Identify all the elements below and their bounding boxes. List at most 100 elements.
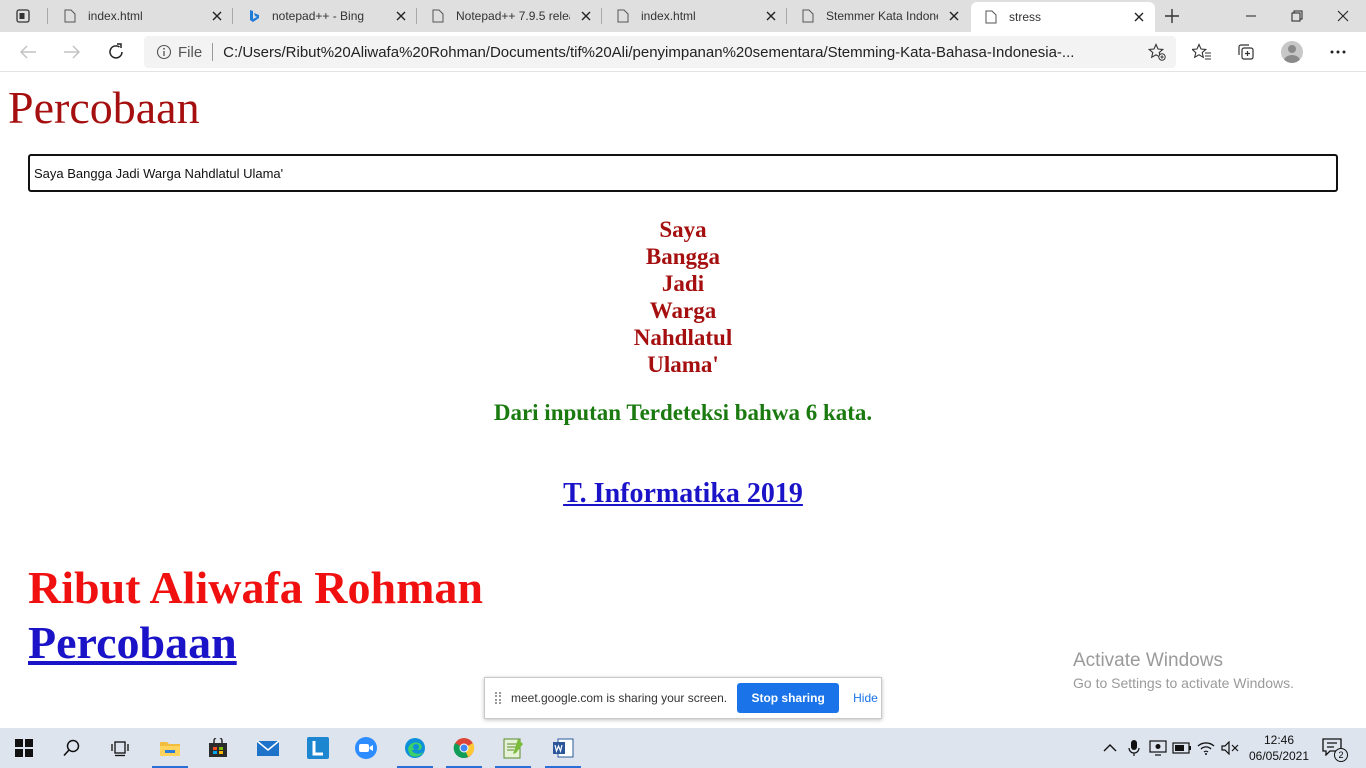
plus-icon [1165, 9, 1179, 23]
action-center-button[interactable]: 2 [1322, 738, 1348, 762]
tab-title: index.html [88, 9, 143, 23]
battery-icon[interactable] [1172, 738, 1192, 758]
close-tab-icon[interactable] [576, 6, 596, 26]
collections-icon [1238, 44, 1254, 60]
tab-1[interactable]: index.html [50, 0, 233, 32]
refresh-icon [109, 43, 123, 59]
activate-subtitle: Go to Settings to activate Windows. [1073, 675, 1294, 691]
close-tab-icon[interactable] [944, 6, 964, 26]
edge-button[interactable] [393, 728, 437, 768]
word-item: Nahdlatul [633, 325, 733, 350]
tab-5[interactable]: Stemmer Kata Indonesi [788, 0, 970, 32]
word-item: Saya [659, 217, 707, 242]
start-button[interactable] [2, 728, 46, 768]
avatar [1281, 41, 1303, 63]
wifi-icon[interactable] [1196, 738, 1216, 758]
chrome-button[interactable] [442, 728, 486, 768]
file-explorer-icon [160, 742, 180, 756]
close-tab-icon[interactable] [207, 6, 227, 26]
close-icon [1337, 10, 1349, 22]
l-app-button[interactable] [296, 728, 340, 768]
store-icon [209, 738, 227, 757]
favorites-button[interactable] [1186, 36, 1218, 68]
search-button[interactable] [50, 728, 94, 768]
add-favorite-icon[interactable] [1148, 43, 1166, 61]
address-bar[interactable]: File C:/Users/Ribut%20Aliwafa%20Rohman/D… [144, 36, 1176, 68]
chrome-icon [453, 738, 475, 758]
task-view-button[interactable] [98, 728, 142, 768]
word-list: Saya Bangga Jadi Warga Nahdlatul Ulama' [0, 216, 1366, 378]
notepad-plus-button[interactable] [491, 728, 535, 768]
tab-3[interactable]: Notepad++ 7.9.5 relea [418, 0, 602, 32]
start-icon [15, 739, 33, 757]
profile-button[interactable] [1276, 36, 1308, 68]
menu-button[interactable] [1322, 36, 1354, 68]
word-item: Bangga [645, 244, 721, 269]
tab-2[interactable]: notepad++ - Bing [234, 0, 417, 32]
url-text[interactable]: C:/Users/Ribut%20Aliwafa%20Rohman/Docume… [223, 44, 1133, 61]
search-icon [63, 739, 80, 757]
collections-button[interactable] [1230, 36, 1262, 68]
tab-actions-button[interactable] [8, 4, 38, 28]
minimize-icon [1246, 15, 1256, 17]
restore-button[interactable] [1274, 0, 1320, 32]
footer-link-container: T. Informatika 2019 [0, 478, 1366, 510]
tab-title: index.html [641, 9, 696, 23]
tab-6-active[interactable]: stress [971, 2, 1155, 32]
notification-badge: 2 [1334, 748, 1348, 762]
zoom-button[interactable] [344, 728, 388, 768]
word-item: Ulama' [647, 352, 719, 377]
share-message: meet.google.com is sharing your screen. [511, 691, 728, 705]
taskbar: 12:46 06/05/2021 2 [0, 728, 1366, 768]
store-button[interactable] [196, 728, 240, 768]
more-options-icon [1330, 50, 1346, 54]
activate-windows-watermark: Activate Windows Go to Settings to activ… [1073, 650, 1294, 691]
tab-actions-icon [16, 9, 30, 23]
tab-separator [47, 8, 48, 24]
page-icon [615, 8, 631, 24]
page-icon [983, 9, 999, 25]
mail-button[interactable] [246, 728, 290, 768]
system-clock[interactable]: 12:46 06/05/2021 [1248, 732, 1310, 764]
percobaan-link[interactable]: Percobaan [28, 616, 237, 669]
microphone-icon[interactable] [1124, 738, 1144, 758]
site-label: File [178, 43, 203, 61]
screen-share-bar: meet.google.com is sharing your screen. … [484, 677, 882, 719]
back-button[interactable] [12, 36, 44, 68]
close-tab-icon[interactable] [391, 6, 411, 26]
forward-arrow-icon [64, 45, 81, 59]
new-tab-button[interactable] [1160, 4, 1184, 28]
text-input[interactable] [28, 154, 1338, 192]
close-window-button[interactable] [1320, 0, 1366, 32]
file-explorer-button[interactable] [148, 728, 192, 768]
tab-strip: index.html notepad++ - Bing Notepad++ 7.… [0, 0, 1366, 32]
hide-button[interactable]: Hide [853, 691, 878, 705]
tab-title: notepad++ - Bing [272, 9, 365, 23]
refresh-button[interactable] [100, 36, 132, 68]
informatika-link[interactable]: T. Informatika 2019 [563, 478, 803, 509]
volume-muted-icon[interactable] [1220, 738, 1240, 758]
forward-button[interactable] [56, 36, 88, 68]
page-icon [62, 8, 78, 24]
word-button[interactable] [541, 728, 585, 768]
tab-title: Stemmer Kata Indonesi [826, 9, 938, 23]
notepad-plus-icon [503, 738, 523, 759]
word-count-text: Dari inputan Terdeteksi bahwa 6 kata. [493, 400, 873, 425]
minimize-button[interactable] [1228, 0, 1274, 32]
mail-icon [256, 740, 280, 756]
close-tab-icon[interactable] [1129, 7, 1149, 27]
stop-sharing-button[interactable]: Stop sharing [737, 683, 840, 713]
meet-share-icon[interactable] [1148, 738, 1168, 758]
show-hidden-icons-button[interactable] [1100, 738, 1120, 758]
edge-icon [405, 738, 425, 758]
tab-4[interactable]: index.html [603, 0, 787, 32]
page-icon [430, 8, 446, 24]
task-view-icon [111, 741, 129, 757]
bing-icon [246, 8, 262, 24]
activate-title: Activate Windows [1073, 650, 1223, 671]
close-tab-icon[interactable] [761, 6, 781, 26]
chevron-up-icon [1103, 744, 1117, 752]
info-icon[interactable] [156, 44, 172, 60]
drag-handle-icon[interactable] [495, 692, 501, 704]
zoom-icon [355, 737, 377, 759]
